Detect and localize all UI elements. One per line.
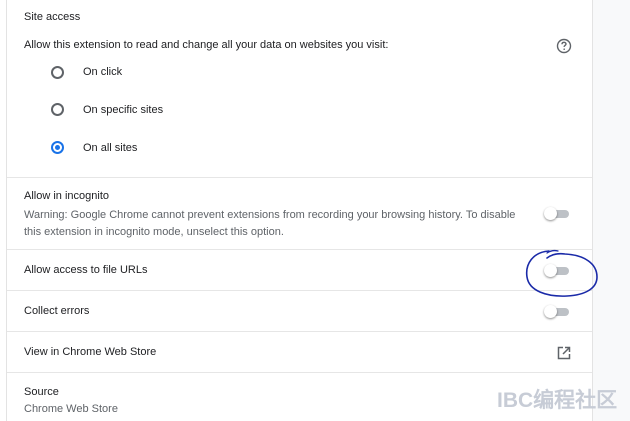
file-urls-label: Allow access to file URLs	[24, 264, 148, 276]
site-access-question: Allow this extension to read and change …	[24, 39, 389, 51]
hand-drawn-circle-annotation	[525, 249, 598, 297]
watermark-logo: IBC编程社区	[497, 389, 618, 412]
help-circle-icon[interactable]	[556, 38, 572, 54]
incognito-label: Allow in incognito	[24, 190, 109, 202]
toggle-knob	[544, 207, 557, 220]
incognito-toggle[interactable]	[544, 207, 570, 220]
divider	[7, 331, 592, 332]
divider	[7, 177, 592, 178]
radio-on-click[interactable]	[51, 66, 64, 79]
collect-errors-toggle[interactable]	[544, 305, 570, 318]
open-in-new-icon[interactable]	[557, 346, 571, 360]
collect-errors-label: Collect errors	[24, 305, 90, 317]
divider	[7, 249, 592, 250]
site-access-title: Site access	[24, 11, 81, 23]
radio-on-specific-sites[interactable]	[51, 103, 64, 116]
toggle-knob	[544, 305, 557, 318]
source-value: Chrome Web Store	[24, 403, 118, 415]
incognito-warning: Warning: Google Chrome cannot prevent ex…	[24, 209, 516, 238]
radio-label-on-click: On click	[83, 66, 123, 78]
radio-label-on-all-sites: On all sites	[83, 142, 138, 154]
page-background-right	[592, 0, 630, 421]
web-store-link[interactable]: View in Chrome Web Store	[24, 346, 156, 358]
radio-label-on-specific-sites: On specific sites	[83, 104, 164, 116]
extension-details-panel: Site access Allow this extension to read…	[6, 0, 593, 421]
divider	[7, 290, 592, 291]
divider	[7, 372, 592, 373]
radio-on-all-sites[interactable]	[51, 141, 64, 154]
source-label: Source	[24, 386, 59, 398]
